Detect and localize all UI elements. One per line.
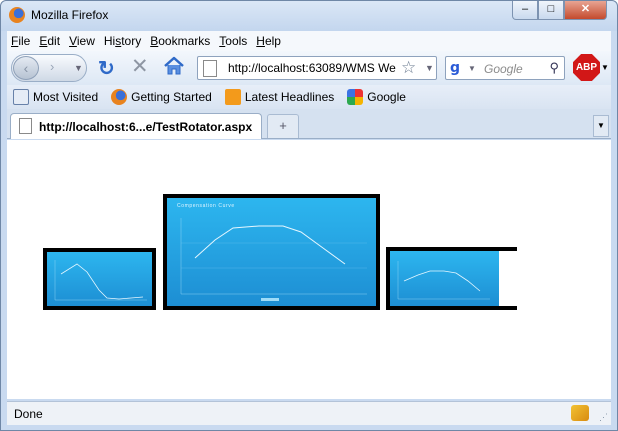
menu-tools[interactable]: Tools — [219, 34, 247, 48]
adblock-dropdown-icon[interactable]: ▼ — [601, 63, 609, 72]
carousel-item-right[interactable] — [386, 247, 517, 310]
tab-active[interactable]: http://localhost:6...e/TestRotator.aspx — [10, 113, 262, 139]
browser-window: Mozilla Firefox – □ ✕ File Edit View His… — [0, 0, 618, 431]
search-bar[interactable]: g ▼ Google ⚲ — [445, 56, 565, 80]
status-text: Done — [14, 407, 43, 421]
curve-graphic — [397, 261, 490, 300]
google-icon — [347, 89, 364, 105]
back-forward-group: ‹ › ▼ — [11, 54, 87, 82]
window-title: Mozilla Firefox — [31, 8, 109, 22]
stop-button[interactable]: ✕ — [131, 54, 149, 79]
home-button[interactable] — [163, 56, 185, 76]
addon-status-icon[interactable] — [571, 405, 589, 421]
page-content: Compensation Curve — [7, 140, 611, 399]
menu-bar: File Edit View History Bookmarks Tools H… — [7, 31, 611, 51]
url-text[interactable]: http://localhost:63089/WMS We — [228, 61, 398, 75]
forward-button[interactable]: › — [50, 59, 54, 74]
history-dropdown-icon[interactable]: ▼ — [74, 63, 83, 73]
engine-dropdown-icon[interactable]: ▼ — [468, 64, 476, 73]
status-bar: Done ⋰ — [7, 401, 611, 425]
chart-thumbnail — [390, 251, 517, 306]
tab-list-dropdown-icon[interactable]: ▼ — [593, 115, 609, 137]
minimize-button[interactable]: – — [512, 1, 538, 20]
page-icon — [203, 60, 217, 77]
menu-view[interactable]: View — [69, 34, 95, 48]
url-dropdown-icon[interactable]: ▼ — [425, 63, 434, 73]
resize-grip-icon[interactable]: ⋰ — [599, 412, 608, 423]
bookmark-getting-started[interactable]: Getting Started — [111, 89, 212, 105]
search-icon[interactable]: ⚲ — [549, 60, 559, 76]
address-bar[interactable]: http://localhost:63089/WMS We ☆ ▼ — [197, 56, 437, 80]
bookmark-latest-headlines[interactable]: Latest Headlines — [224, 89, 334, 105]
bookmark-star-icon[interactable]: ☆ — [401, 58, 416, 78]
back-button[interactable]: ‹ — [13, 56, 39, 80]
most-visited-icon — [13, 89, 29, 105]
page-icon — [19, 118, 32, 134]
menu-bookmarks[interactable]: Bookmarks — [150, 34, 210, 48]
bookmark-google[interactable]: Google — [347, 89, 406, 105]
menu-help[interactable]: Help — [256, 34, 281, 48]
title-bar[interactable]: Mozilla Firefox – □ ✕ — [1, 1, 617, 31]
bookmark-most-visited[interactable]: Most Visited — [13, 89, 98, 105]
home-icon — [164, 56, 184, 75]
menu-history[interactable]: History — [104, 34, 141, 48]
carousel-item-left[interactable] — [43, 248, 156, 310]
new-tab-button[interactable]: + — [267, 114, 299, 138]
google-engine-icon[interactable]: g — [450, 60, 466, 76]
rss-icon — [224, 89, 241, 105]
firefox-icon — [111, 89, 128, 105]
menu-edit[interactable]: Edit — [39, 34, 60, 48]
chart-thumbnail — [47, 252, 152, 306]
adblock-plus-button[interactable]: ABP — [573, 54, 600, 81]
search-input[interactable]: Google — [484, 62, 523, 76]
close-button[interactable]: ✕ — [564, 1, 607, 20]
tab-label: http://localhost:6...e/TestRotator.aspx — [39, 120, 253, 134]
firefox-icon — [9, 7, 25, 23]
maximize-button[interactable]: □ — [538, 1, 564, 20]
window-controls: – □ ✕ — [512, 1, 607, 20]
thumbnail-side-panel — [499, 251, 517, 306]
reload-button[interactable]: ↻ — [98, 56, 115, 81]
carousel-item-center[interactable]: Compensation Curve — [163, 194, 380, 310]
bookmarks-toolbar: Most Visited Getting Started Latest Head… — [7, 85, 611, 109]
curve-graphic — [54, 260, 147, 301]
menu-file[interactable]: File — [11, 34, 30, 48]
curve-graphic — [180, 218, 367, 301]
tab-strip: http://localhost:6...e/TestRotator.aspx … — [7, 109, 611, 139]
navigation-toolbar: ‹ › ▼ ↻ ✕ http://localhost:63089/WMS We … — [7, 51, 611, 85]
chart-thumbnail: Compensation Curve — [167, 198, 376, 306]
